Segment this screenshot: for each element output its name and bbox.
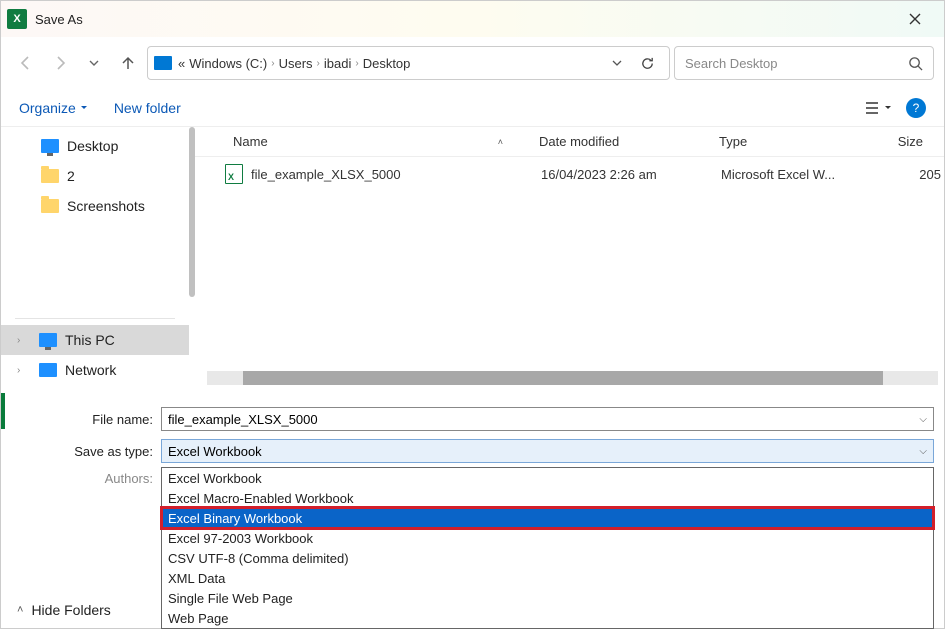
folder-icon [41, 199, 59, 213]
sort-caret-icon: ˄ [498, 137, 503, 147]
excel-file-icon [225, 164, 243, 184]
drive-icon [154, 56, 172, 70]
tree-separator [15, 318, 175, 319]
up-button[interactable] [113, 46, 143, 80]
column-date[interactable]: Date modified [531, 134, 711, 149]
savetype-option[interactable]: Excel Workbook [162, 468, 933, 488]
savetype-option[interactable]: Excel 97-2003 Workbook [162, 528, 933, 548]
horizontal-scrollbar[interactable] [207, 371, 938, 385]
column-type[interactable]: Type [711, 134, 871, 149]
column-name[interactable]: Name˄ [225, 134, 531, 149]
file-type: Microsoft Excel W... [721, 167, 881, 182]
title-bar: X Save As [1, 1, 944, 37]
savetype-options-list: Excel WorkbookExcel Macro-Enabled Workbo… [161, 467, 934, 629]
caret-down-icon [80, 104, 88, 112]
savetype-option[interactable]: Web Page [162, 608, 933, 628]
chevron-down-icon [88, 57, 100, 69]
list-view-icon [864, 101, 880, 115]
file-size: 205 [881, 167, 941, 182]
arrow-left-icon [18, 55, 34, 71]
chevron-right-icon: › [317, 58, 320, 69]
chevron-up-icon: ˄ [17, 604, 23, 616]
chevron-right-icon: › [271, 58, 274, 69]
filename-input[interactable]: file_example_XLSX_5000 ⌵ [161, 407, 934, 431]
file-name: file_example_XLSX_5000 [251, 167, 541, 182]
close-icon [909, 13, 921, 25]
excel-app-icon: X [7, 9, 27, 29]
monitor-icon [39, 333, 57, 347]
chevron-down-icon: ⌵ [919, 446, 927, 457]
savetype-option[interactable]: Excel Macro-Enabled Workbook [162, 488, 933, 508]
close-button[interactable] [892, 4, 938, 34]
tree-item-folder[interactable]: 2 [1, 161, 189, 191]
arrow-up-icon [120, 55, 136, 71]
tree-item-desktop[interactable]: Desktop [1, 131, 189, 161]
chevron-right-icon: › [17, 365, 31, 376]
window-title: Save As [35, 12, 83, 27]
help-button[interactable]: ? [906, 98, 926, 118]
file-date: 16/04/2023 2:26 am [541, 167, 721, 182]
column-headers: Name˄ Date modified Type Size [195, 127, 944, 157]
view-options-button[interactable] [864, 101, 892, 115]
recent-dropdown-button[interactable] [79, 46, 109, 80]
breadcrumb-item[interactable]: Desktop [363, 56, 411, 71]
file-row[interactable]: file_example_XLSX_5000 16/04/2023 2:26 a… [195, 157, 944, 191]
tree-item-this-pc[interactable]: ›This PC [1, 325, 189, 355]
navigation-row: « Windows (C:)› Users› ibadi› Desktop Se… [1, 37, 944, 89]
new-folder-button[interactable]: New folder [114, 100, 181, 116]
tree-item-folder[interactable]: Screenshots [1, 191, 189, 221]
forward-button[interactable] [45, 46, 75, 80]
breadcrumb-prefix: « [178, 56, 185, 71]
search-input[interactable]: Search Desktop [674, 46, 934, 80]
savetype-option[interactable]: Single File Web Page [162, 588, 933, 608]
chevron-down-icon [612, 58, 622, 68]
hide-folders-button[interactable]: ˄ Hide Folders [17, 602, 111, 618]
address-bar[interactable]: « Windows (C:)› Users› ibadi› Desktop [147, 46, 670, 80]
authors-label: Authors: [11, 471, 161, 486]
explorer-pane: Desktop 2 Screenshots ›This PC ›Network … [1, 127, 944, 389]
column-size[interactable]: Size [871, 134, 931, 149]
savetype-label: Save as type: [11, 444, 161, 459]
filename-label: File name: [11, 412, 161, 427]
arrow-right-icon [52, 55, 68, 71]
breadcrumb-item[interactable]: ibadi› [324, 56, 359, 71]
refresh-icon [640, 56, 655, 71]
savetype-option[interactable]: XML Data [162, 568, 933, 588]
folder-icon [41, 169, 59, 183]
caret-down-icon [884, 104, 892, 112]
search-icon [908, 56, 923, 71]
breadcrumb-item[interactable]: Windows (C:)› [189, 56, 274, 71]
tree-item-network[interactable]: ›Network [1, 355, 189, 385]
save-form: File name: file_example_XLSX_5000 ⌵ Save… [1, 389, 944, 500]
chevron-right-icon: › [17, 335, 31, 346]
back-button[interactable] [11, 46, 41, 80]
chevron-down-icon[interactable]: ⌵ [919, 414, 927, 425]
address-history-button[interactable] [606, 58, 628, 68]
monitor-icon [41, 139, 59, 153]
breadcrumb-item[interactable]: Users› [279, 56, 320, 71]
savetype-option[interactable]: Excel Binary Workbook [162, 508, 933, 528]
search-placeholder: Search Desktop [685, 56, 778, 71]
chevron-right-icon: › [355, 58, 358, 69]
toolbar: Organize New folder ? [1, 89, 944, 127]
file-list: Name˄ Date modified Type Size file_examp… [195, 127, 944, 389]
folder-tree: Desktop 2 Screenshots ›This PC ›Network [1, 127, 189, 389]
savetype-option[interactable]: CSV UTF-8 (Comma delimited) [162, 548, 933, 568]
refresh-button[interactable] [632, 56, 663, 71]
network-icon [39, 363, 57, 377]
savetype-dropdown[interactable]: Excel Workbook ⌵ [161, 439, 934, 463]
organize-button[interactable]: Organize [19, 100, 88, 116]
